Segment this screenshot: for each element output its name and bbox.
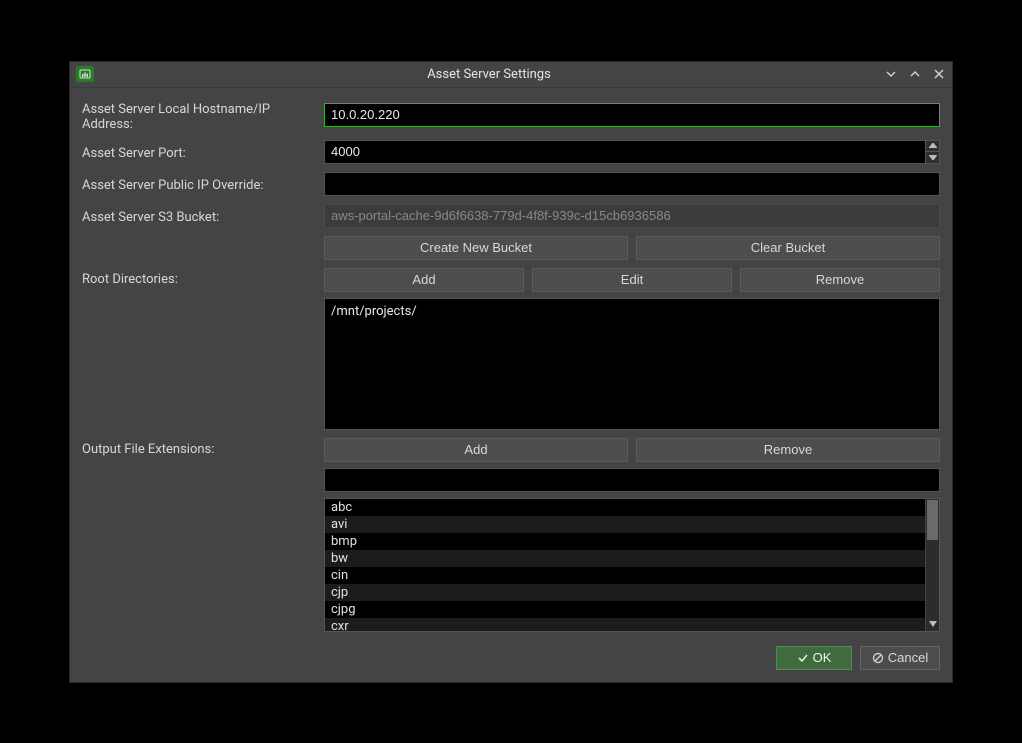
ok-button[interactable]: OK xyxy=(776,646,852,670)
root-edit-button[interactable]: Edit xyxy=(532,268,732,292)
dialog-title: Asset Server Settings xyxy=(100,67,878,82)
ext-input[interactable] xyxy=(324,468,940,492)
list-item[interactable]: bw xyxy=(325,550,939,567)
dialog-footer: OK Cancel xyxy=(82,640,940,670)
list-item[interactable]: cin xyxy=(325,567,939,584)
list-item[interactable]: cxr xyxy=(325,618,939,632)
scroll-thumb[interactable] xyxy=(927,500,938,540)
root-dirs-label: Root Directories: xyxy=(82,268,318,287)
root-add-button[interactable]: Add xyxy=(324,268,524,292)
cancel-button[interactable]: Cancel xyxy=(860,646,940,670)
create-bucket-button[interactable]: Create New Bucket xyxy=(324,236,628,260)
window-controls xyxy=(884,67,946,81)
app-icon xyxy=(76,66,94,82)
output-ext-label: Output File Extensions: xyxy=(82,438,318,457)
port-spin-down-icon[interactable] xyxy=(925,152,939,163)
public-ip-input[interactable] xyxy=(324,172,940,196)
ext-list[interactable]: abcavibmpbwcincjpcjpgcxr xyxy=(324,498,940,632)
list-item[interactable]: cjp xyxy=(325,584,939,601)
root-dirs-list[interactable]: /mnt/projects/ xyxy=(324,298,940,430)
list-item[interactable]: cjpg xyxy=(325,601,939,618)
port-input[interactable] xyxy=(324,140,940,164)
cancel-label: Cancel xyxy=(888,650,928,665)
port-spinner xyxy=(925,141,939,163)
port-spin-up-icon[interactable] xyxy=(925,141,939,153)
public-ip-label: Asset Server Public IP Override: xyxy=(82,174,318,193)
list-item[interactable]: abc xyxy=(325,499,939,516)
root-remove-button[interactable]: Remove xyxy=(740,268,940,292)
port-label: Asset Server Port: xyxy=(82,142,318,161)
dialog-body: Asset Server Local Hostname/IP Address: … xyxy=(70,88,952,682)
spacer xyxy=(82,246,318,250)
ok-label: OK xyxy=(813,650,832,665)
minimize-icon[interactable] xyxy=(884,67,898,81)
scroll-down-icon[interactable] xyxy=(926,617,939,631)
clear-bucket-button[interactable]: Clear Bucket xyxy=(636,236,940,260)
hostname-label: Asset Server Local Hostname/IP Address: xyxy=(82,98,318,132)
maximize-icon[interactable] xyxy=(908,67,922,81)
s3-bucket-label: Asset Server S3 Bucket: xyxy=(82,206,318,225)
titlebar: Asset Server Settings xyxy=(70,62,952,88)
ext-add-button[interactable]: Add xyxy=(324,438,628,462)
hostname-input[interactable] xyxy=(324,103,940,127)
ext-remove-button[interactable]: Remove xyxy=(636,438,940,462)
list-item[interactable]: bmp xyxy=(325,533,939,550)
asset-server-settings-dialog: Asset Server Settings Asset Server Local… xyxy=(69,61,953,683)
list-item[interactable]: avi xyxy=(325,516,939,533)
s3-bucket-input xyxy=(324,204,940,228)
list-item[interactable]: /mnt/projects/ xyxy=(331,303,933,320)
close-icon[interactable] xyxy=(932,67,946,81)
ext-scrollbar[interactable] xyxy=(925,499,939,631)
